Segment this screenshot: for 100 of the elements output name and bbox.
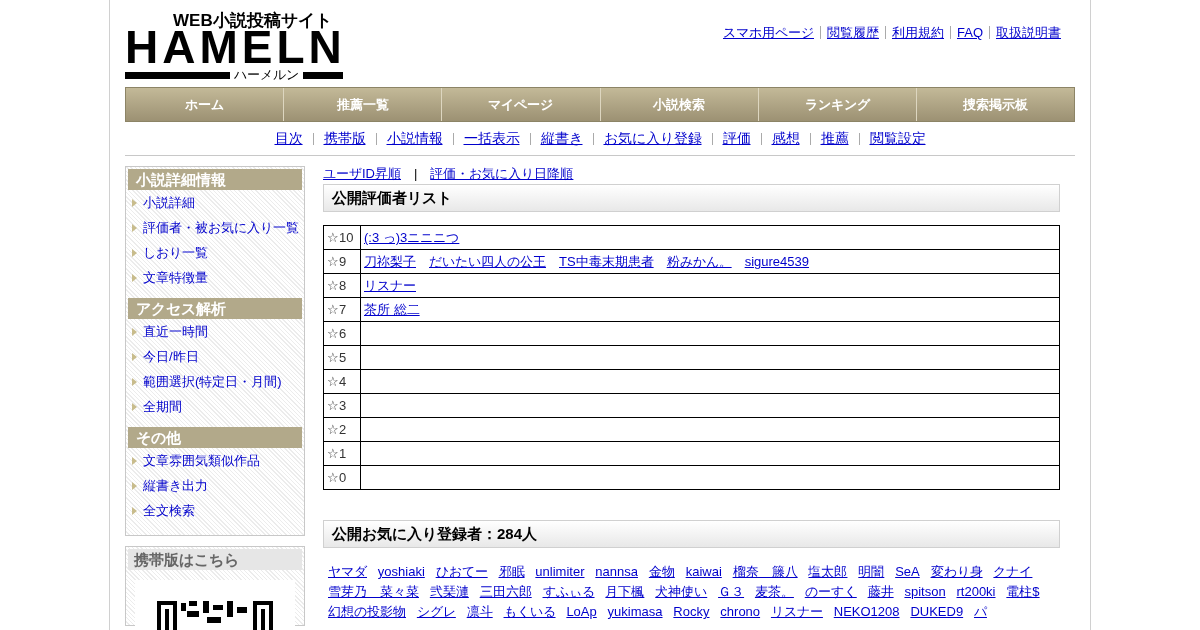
- panel-heading: その他: [128, 427, 302, 448]
- user-link[interactable]: yoshiaki: [377, 564, 425, 579]
- sub-nav-link[interactable]: 閲覧設定: [869, 128, 926, 149]
- bullet-icon: [132, 273, 137, 282]
- user-link[interactable]: シグレ: [416, 604, 456, 619]
- user-link[interactable]: 凛斗: [466, 604, 493, 619]
- user-link[interactable]: のーすく: [804, 584, 857, 599]
- sidebar-link[interactable]: 文章雰囲気類似作品: [143, 450, 260, 471]
- user-link[interactable]: Ｇ３: [718, 584, 745, 599]
- user-link[interactable]: 邪眠: [498, 564, 525, 579]
- user-link[interactable]: 弐琹漣: [429, 584, 469, 599]
- bullet-icon: [132, 223, 137, 232]
- user-link[interactable]: 藤井: [867, 584, 894, 599]
- user-link[interactable]: リスナー: [770, 604, 823, 619]
- sort-link[interactable]: 評価・お気に入り日降順: [430, 166, 574, 182]
- logo-reading: ハーメルン: [234, 68, 299, 82]
- bullet-icon: [132, 506, 137, 515]
- user-link[interactable]: だいたい四人の公王: [429, 253, 546, 269]
- bullet-icon: [132, 456, 137, 465]
- sidebar-link[interactable]: 縦書き出力: [143, 475, 208, 496]
- panel-heading: 携帯版はこちら: [128, 549, 302, 570]
- header-link[interactable]: FAQ: [957, 24, 983, 41]
- sub-nav-link[interactable]: 目次: [274, 128, 303, 149]
- sub-nav-link[interactable]: 小説情報: [386, 128, 443, 149]
- user-link[interactable]: 刀祢梨子: [364, 253, 416, 269]
- bullet-icon: [132, 402, 137, 411]
- user-link[interactable]: unlimiter: [535, 564, 585, 579]
- score-cell: ☆0: [323, 465, 361, 490]
- sidebar-link[interactable]: しおり一覧: [143, 242, 208, 263]
- user-link[interactable]: yukimasa: [607, 604, 663, 619]
- user-link[interactable]: リスナー: [364, 277, 416, 293]
- user-link[interactable]: 犬神使い: [655, 584, 708, 599]
- sidebar-link[interactable]: 直近一時間: [143, 321, 208, 342]
- header-link[interactable]: 利用規約: [892, 24, 944, 41]
- section-heading: 公開お気に入り登録者：284人: [323, 520, 1060, 548]
- sidebar-link[interactable]: 文章特徴量: [143, 267, 208, 288]
- user-link[interactable]: 明闇: [858, 564, 885, 579]
- user-link[interactable]: パ: [973, 604, 987, 619]
- user-link[interactable]: 金物: [648, 564, 675, 579]
- user-link[interactable]: chrono: [720, 604, 761, 619]
- bullet-icon: [132, 352, 137, 361]
- user-link[interactable]: ヤマダ: [328, 564, 367, 579]
- user-link[interactable]: LoAp: [566, 604, 597, 619]
- bullet-icon: [132, 481, 137, 490]
- sub-nav-link[interactable]: お気に入り登録: [603, 128, 702, 149]
- user-link[interactable]: もくいる: [503, 604, 556, 619]
- sub-nav-link[interactable]: 評価: [722, 128, 751, 149]
- user-link[interactable]: 粉みかん。: [666, 253, 732, 269]
- user-link[interactable]: 電柱$: [1006, 584, 1040, 599]
- user-link[interactable]: rt200ki: [956, 584, 996, 599]
- logo-bar: [303, 71, 343, 79]
- user-link[interactable]: 雪芽乃 菜々菜: [328, 584, 419, 599]
- user-link[interactable]: spitson: [904, 584, 946, 599]
- sidebar-link[interactable]: 全文検索: [143, 500, 195, 521]
- user-link[interactable]: nannsa: [595, 564, 638, 579]
- user-link[interactable]: 榴奈 籐八: [732, 564, 798, 579]
- bullet-icon: [132, 198, 137, 207]
- user-link[interactable]: NEKO1208: [833, 604, 900, 619]
- bullet-icon: [132, 377, 137, 386]
- sidebar-link[interactable]: 範囲選択(特定日・月間): [143, 371, 282, 392]
- user-link[interactable]: 変わり身: [930, 564, 983, 579]
- user-link[interactable]: (:3 っ)3ニニニつ: [364, 229, 460, 245]
- user-link[interactable]: kaiwai: [685, 564, 722, 579]
- panel-heading: 小説詳細情報: [128, 169, 302, 190]
- user-link[interactable]: ひおてー: [435, 564, 488, 579]
- header-link[interactable]: 閲覧履歴: [827, 24, 879, 41]
- sidebar-link[interactable]: 小説詳細: [143, 192, 195, 213]
- sidebar-link[interactable]: 全期間: [143, 396, 182, 417]
- header-link[interactable]: スマホ用ページ: [723, 24, 814, 41]
- user-link[interactable]: SeA: [895, 564, 920, 579]
- sidebar-link[interactable]: 評価者・被お気に入り一覧: [143, 217, 299, 238]
- score-cell: ☆6: [323, 321, 361, 346]
- user-link[interactable]: 麦茶。: [754, 584, 794, 599]
- user-link[interactable]: すふぃる: [542, 584, 595, 599]
- sub-nav-link[interactable]: 一括表示: [463, 128, 520, 149]
- sort-link[interactable]: ユーザID昇順: [323, 166, 401, 182]
- user-link[interactable]: 茶所 総二: [364, 301, 420, 317]
- user-link[interactable]: 三田六郎: [479, 584, 532, 599]
- user-link[interactable]: クナイ: [993, 564, 1033, 579]
- header-link[interactable]: 取扱説明書: [996, 24, 1061, 41]
- section-heading: 公開評価者リスト: [323, 184, 1060, 212]
- user-link[interactable]: 塩太郎: [808, 564, 848, 579]
- user-link[interactable]: 月下楓: [605, 584, 645, 599]
- score-cell: ☆7: [323, 297, 361, 322]
- user-link[interactable]: Rocky: [673, 604, 710, 619]
- sub-nav-link[interactable]: 推薦: [820, 128, 849, 149]
- score-cell: ☆10: [323, 225, 361, 250]
- sidebar-link[interactable]: 今日/昨日: [143, 346, 199, 367]
- sub-nav-link[interactable]: 縦書き: [540, 128, 583, 149]
- score-cell: ☆9: [323, 249, 361, 274]
- score-cell: ☆8: [323, 273, 361, 298]
- user-link[interactable]: TS中毒末期患者: [559, 253, 654, 269]
- sub-nav-link[interactable]: 携帯版: [323, 128, 366, 149]
- user-link[interactable]: sigure4539: [744, 253, 809, 269]
- separator-text: |: [414, 166, 418, 182]
- score-cell: ☆5: [323, 345, 361, 370]
- user-link[interactable]: DUKED9: [910, 604, 964, 619]
- user-link[interactable]: 幻想の投影物: [328, 604, 406, 619]
- sub-nav-link[interactable]: 感想: [771, 128, 800, 149]
- bullet-icon: [132, 248, 137, 257]
